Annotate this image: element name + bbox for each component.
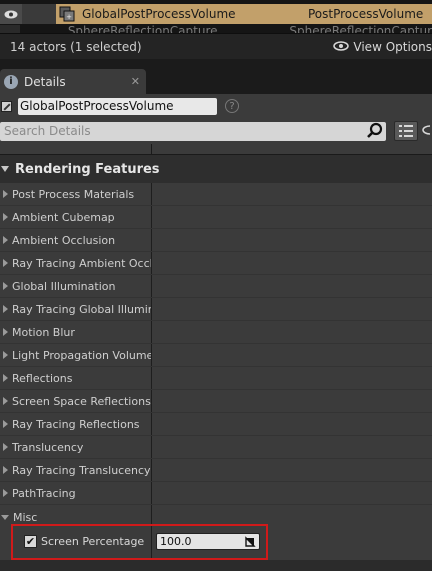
help-icon[interactable]: ? <box>225 99 239 113</box>
property-row[interactable]: Ray Tracing Ambient Occlusion <box>0 252 432 275</box>
property-row[interactable]: Ambient Occlusion <box>0 229 432 252</box>
collapse-arrow-icon[interactable] <box>3 236 8 244</box>
property-label: Screen Space Reflections <box>12 394 151 408</box>
outliner-status-bar: 14 actors (1 selected) View Options <box>0 33 432 59</box>
eye-icon <box>333 40 350 54</box>
category-title: Rendering Features <box>15 161 160 177</box>
view-options-label: View Options <box>353 39 432 54</box>
svg-text:+: + <box>66 13 72 21</box>
property-row[interactable]: PathTracing <box>0 482 432 505</box>
search-details-box[interactable] <box>0 121 386 141</box>
grid-view-icon[interactable] <box>394 121 418 141</box>
visibility-eye-icon[interactable] <box>0 25 20 33</box>
eye-icon[interactable] <box>422 124 432 138</box>
collapse-arrow-icon[interactable] <box>3 420 8 428</box>
property-row[interactable]: Ambient Cubemap <box>0 206 432 229</box>
property-row[interactable]: Ray Tracing Global Illumination <box>0 298 432 321</box>
misc-label: Misc <box>13 510 38 524</box>
property-row[interactable]: Ray Tracing Translucency <box>0 459 432 482</box>
property-list: Post Process Materials Ambient Cubemap A… <box>0 183 432 518</box>
panel-bottom <box>0 560 432 571</box>
edit-name-icon <box>1 100 12 112</box>
property-row[interactable]: Screen Space Reflections <box>0 390 432 413</box>
property-label: Reflections <box>12 371 73 385</box>
search-row <box>0 118 432 144</box>
highlight-annotation-box <box>11 524 268 560</box>
property-label: Ray Tracing Global Illumination <box>12 302 151 316</box>
outliner-row-selected[interactable]: + GlobalPostProcessVolume PostProcessVol… <box>0 4 432 24</box>
property-row[interactable]: Reflections <box>0 367 432 390</box>
property-row[interactable]: Light Propagation Volume <box>0 344 432 367</box>
outliner-row[interactable]: SphereReflectionCapture SphereReflection… <box>0 25 432 33</box>
collapse-arrow-icon[interactable] <box>3 305 8 313</box>
collapse-arrow-icon[interactable] <box>3 466 8 474</box>
tab-label: Details <box>24 74 66 89</box>
collapse-arrow-icon[interactable] <box>3 282 8 290</box>
property-label: Ray Tracing Reflections <box>12 417 140 431</box>
collapse-arrow-icon[interactable] <box>3 259 8 267</box>
property-row[interactable]: Translucency <box>0 436 432 459</box>
view-options-button[interactable]: View Options <box>333 40 432 54</box>
property-label: Post Process Materials <box>12 187 135 201</box>
property-label: Ambient Occlusion <box>12 233 116 247</box>
collapse-arrow-icon[interactable] <box>3 443 8 451</box>
property-label: Global Illumination <box>12 279 116 293</box>
collapse-arrow-icon[interactable] <box>3 351 8 359</box>
collapse-arrow-icon[interactable] <box>3 213 8 221</box>
property-row[interactable]: Motion Blur <box>0 321 432 344</box>
header-spacer <box>0 144 432 154</box>
collapse-arrow-icon[interactable] <box>3 374 8 382</box>
property-label: Ray Tracing Ambient Occlusion <box>12 256 151 270</box>
tab-strip: i Details ✕ <box>0 59 432 94</box>
expand-arrow-icon[interactable] <box>1 514 9 520</box>
collapse-arrow-icon[interactable] <box>3 489 8 497</box>
outliner-actor-type: SphereReflectionCaptur <box>289 24 432 33</box>
property-row[interactable]: Ray Tracing Reflections <box>0 413 432 436</box>
property-label: Translucency <box>12 440 84 454</box>
outliner-indent <box>22 4 56 24</box>
outliner-actor-name: GlobalPostProcessVolume <box>82 7 236 21</box>
property-label: Motion Blur <box>12 325 75 339</box>
actor-icon: + <box>58 6 76 22</box>
category-rendering-features[interactable]: Rendering Features <box>0 154 432 183</box>
visibility-eye-icon[interactable] <box>0 4 22 24</box>
property-label: PathTracing <box>12 486 76 500</box>
property-row[interactable]: Global Illumination <box>0 275 432 298</box>
tab-details[interactable]: i Details ✕ <box>0 69 146 94</box>
collapse-arrow-icon[interactable] <box>3 397 8 405</box>
property-label: Light Propagation Volume <box>12 348 151 362</box>
actor-count: 14 actors (1 selected) <box>10 39 142 54</box>
actor-name-field[interactable]: GlobalPostProcessVolume <box>18 97 217 115</box>
collapse-arrow-icon[interactable] <box>3 190 8 198</box>
outliner-actor-name: SphereReflectionCapture <box>67 25 218 33</box>
column-divider <box>151 144 152 154</box>
property-label: Ambient Cubemap <box>12 210 115 224</box>
property-row[interactable]: Post Process Materials <box>0 183 432 206</box>
world-outliner: + GlobalPostProcessVolume PostProcessVol… <box>0 0 432 33</box>
search-input[interactable] <box>0 121 366 141</box>
outliner-actor-type: PostProcessVolume <box>308 7 424 21</box>
close-icon[interactable]: ✕ <box>131 75 140 88</box>
actor-name-row: GlobalPostProcessVolume ? <box>0 94 432 118</box>
property-label: Ray Tracing Translucency <box>12 463 151 477</box>
collapse-arrow-icon[interactable] <box>3 328 8 336</box>
search-icon[interactable] <box>366 122 384 140</box>
details-tab-icon: i <box>4 74 18 89</box>
expand-arrow-icon[interactable] <box>1 166 9 172</box>
